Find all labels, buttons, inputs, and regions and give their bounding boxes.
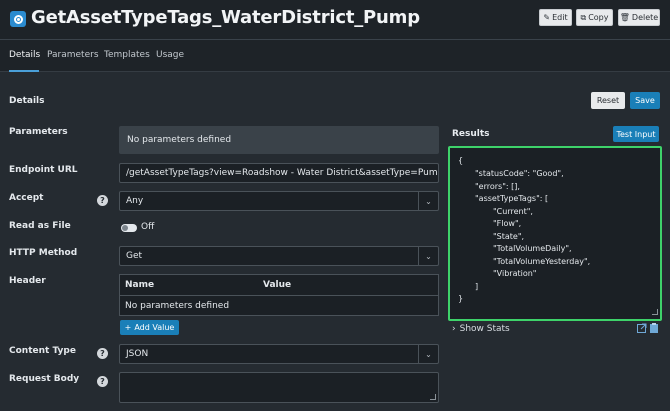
chevron-right-icon: › xyxy=(452,324,456,334)
app-logo-icon xyxy=(10,11,26,27)
pencil-icon: ✎ xyxy=(543,13,551,22)
header-col-name: Name xyxy=(125,280,155,290)
read-as-file-toggle[interactable] xyxy=(121,224,137,232)
accept-label: Accept xyxy=(9,193,44,203)
header-empty-text: No parameters defined xyxy=(125,301,230,311)
json-line: "State", xyxy=(493,232,525,241)
request-body-textarea[interactable] xyxy=(119,372,439,403)
tab-details[interactable]: Details xyxy=(9,50,40,60)
parameters-box: No parameters defined xyxy=(119,126,439,154)
json-line: } xyxy=(458,294,464,303)
tab-parameters[interactable]: Parameters xyxy=(47,50,99,60)
json-line: ] xyxy=(475,282,479,291)
accept-value: Any xyxy=(126,196,144,206)
delete-label: Delete xyxy=(631,13,659,22)
trash-icon: 🗑 xyxy=(619,13,630,22)
results-output[interactable]: { "statusCode": "Good", "errors": [], "a… xyxy=(448,146,662,321)
content-type-value: JSON xyxy=(126,349,149,359)
test-input-button[interactable]: Test Input xyxy=(613,126,659,142)
header-label: Header xyxy=(9,276,46,286)
save-button[interactable]: Save xyxy=(630,92,660,109)
request-body-help-icon[interactable]: ? xyxy=(97,376,108,387)
json-line: "Current", xyxy=(493,207,533,216)
json-line: "assetTypeTags": [ xyxy=(475,194,549,203)
read-as-file-state: Off xyxy=(141,222,155,232)
table-divider xyxy=(119,295,439,296)
copy-label: Copy xyxy=(588,13,609,22)
copy-button[interactable]: ⧉ Copy xyxy=(576,9,613,26)
parameters-empty-text: No parameters defined xyxy=(127,135,232,145)
json-line: "Flow", xyxy=(493,219,522,228)
add-value-button[interactable]: + Add Value xyxy=(120,320,179,335)
endpoint-url-value: /getAssetTypeTags?view=Roadshow - Water … xyxy=(126,168,439,178)
resize-grip-icon[interactable] xyxy=(652,309,658,315)
tab-templates[interactable]: Templates xyxy=(104,50,150,60)
add-value-label: Add Value xyxy=(134,323,175,332)
endpoint-url-input[interactable]: /getAssetTypeTags?view=Roadshow - Water … xyxy=(119,163,439,183)
copy-icon: ⧉ xyxy=(580,12,587,22)
endpoint-url-label: Endpoint URL xyxy=(9,165,78,175)
accept-select[interactable]: Any ⌄ xyxy=(119,191,439,211)
chevron-down-icon: ⌄ xyxy=(418,345,438,363)
plus-icon: + xyxy=(124,323,132,332)
http-method-value: Get xyxy=(126,251,143,261)
open-external-icon[interactable] xyxy=(637,323,647,333)
content-type-label: Content Type xyxy=(9,346,76,356)
http-method-select[interactable]: Get ⌄ xyxy=(119,246,439,266)
header-col-value: Value xyxy=(263,280,292,290)
parameters-label: Parameters xyxy=(9,127,68,137)
json-line: { xyxy=(458,156,464,165)
resize-grip-icon[interactable] xyxy=(430,394,436,400)
reset-button[interactable]: Reset xyxy=(591,92,625,109)
page-title: GetAssetTypeTags_WaterDistrict_Pump xyxy=(31,7,420,28)
chevron-down-icon: ⌄ xyxy=(418,247,438,265)
tab-usage[interactable]: Usage xyxy=(156,50,184,60)
json-line: "TotalVolumeDaily", xyxy=(493,244,572,253)
clipboard-icon[interactable] xyxy=(649,323,659,333)
accept-help-icon[interactable]: ? xyxy=(97,195,108,206)
json-line: "Vibration" xyxy=(493,269,537,278)
json-line: "statusCode": "Good", xyxy=(475,169,564,178)
request-body-label: Request Body xyxy=(9,374,80,384)
content-type-select[interactable]: JSON ⌄ xyxy=(119,344,439,364)
results-title: Results xyxy=(452,129,490,139)
edit-label: Edit xyxy=(552,13,568,22)
http-method-label: HTTP Method xyxy=(9,248,78,258)
json-line: "errors": [], xyxy=(475,182,520,191)
chevron-down-icon: ⌄ xyxy=(418,192,438,210)
read-as-file-label: Read as File xyxy=(9,221,71,231)
content-type-help-icon[interactable]: ? xyxy=(97,348,108,359)
json-line: "TotalVolumeYesterday", xyxy=(493,257,591,266)
tab-bar xyxy=(0,40,670,72)
show-stats-toggle[interactable]: › Show Stats xyxy=(452,324,510,334)
section-title: Details xyxy=(9,96,45,106)
delete-button[interactable]: 🗑 Delete xyxy=(618,9,660,26)
show-stats-label: Show Stats xyxy=(459,324,510,334)
active-tab-indicator xyxy=(9,70,39,72)
edit-button[interactable]: ✎ Edit xyxy=(539,9,572,26)
